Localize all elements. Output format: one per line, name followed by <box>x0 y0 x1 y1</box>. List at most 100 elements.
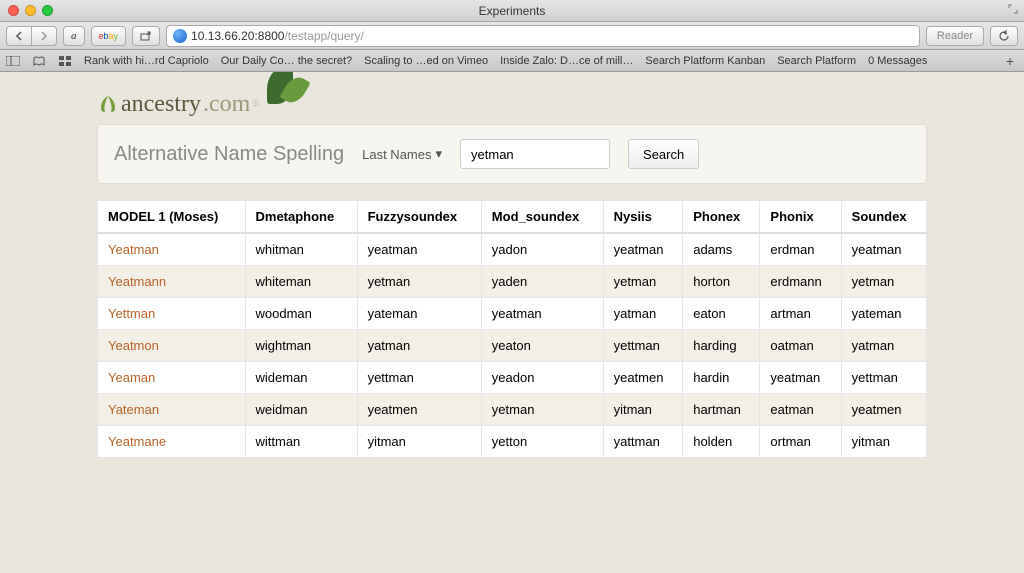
result-cell: harding <box>683 330 760 362</box>
result-cell: woodman <box>245 298 357 330</box>
decorative-leaves <box>267 72 293 104</box>
close-window-button[interactable] <box>8 5 19 16</box>
bookmark-item[interactable]: Inside Zalo: D…ce of mill… <box>500 55 633 67</box>
bookmark-item[interactable]: Search Platform Kanban <box>645 55 765 67</box>
name-type-dropdown[interactable]: Last Names ▾ <box>362 146 442 162</box>
result-cell: yatman <box>357 330 481 362</box>
bookmark-item[interactable]: Our Daily Co… the secret? <box>221 55 352 67</box>
bookmark-item[interactable]: Rank with hi…rd Capriolo <box>84 55 209 67</box>
window-titlebar: Experiments <box>0 0 1024 22</box>
result-cell: weidman <box>245 394 357 426</box>
url-bar[interactable]: 10.13.66.20:8800/testapp/query/ <box>166 25 920 47</box>
reload-button[interactable] <box>990 26 1018 46</box>
result-cell: yatman <box>841 330 926 362</box>
result-cell: adams <box>683 233 760 266</box>
amazon-bookmark-button[interactable]: a <box>63 26 85 46</box>
zoom-window-button[interactable] <box>42 5 53 16</box>
window-title: Experiments <box>479 4 546 18</box>
bookmarks-bar: Rank with hi…rd Capriolo Our Daily Co… t… <box>0 50 1024 72</box>
result-cell: yaden <box>481 266 603 298</box>
result-cell: yitman <box>841 426 926 458</box>
result-cell: eatman <box>760 394 841 426</box>
result-cell: yetman <box>841 266 926 298</box>
model1-cell: Yettman <box>98 298 246 330</box>
name-input[interactable] <box>460 139 610 169</box>
result-cell: yeatmen <box>603 362 683 394</box>
back-button[interactable] <box>6 26 31 46</box>
share-button[interactable] <box>132 26 160 46</box>
reader-button[interactable]: Reader <box>926 26 984 46</box>
result-cell: yeatman <box>603 233 683 266</box>
result-cell: hardin <box>683 362 760 394</box>
leaf-icon <box>97 94 119 116</box>
result-cell: yeatmen <box>357 394 481 426</box>
model1-cell: Yeatman <box>98 233 246 266</box>
search-button[interactable]: Search <box>628 139 699 169</box>
bookmark-item[interactable]: Search Platform <box>777 55 856 67</box>
search-panel: Alternative Name Spelling Last Names ▾ S… <box>97 124 927 184</box>
model1-cell: Yeatmon <box>98 330 246 362</box>
result-cell: yettman <box>357 362 481 394</box>
col-header: Phonex <box>683 201 760 234</box>
reading-list-icon[interactable] <box>32 55 46 66</box>
result-cell: yadon <box>481 233 603 266</box>
table-header-row: MODEL 1 (Moses) Dmetaphone Fuzzysoundex … <box>98 201 927 234</box>
result-cell: yetman <box>481 394 603 426</box>
result-cell: yeaton <box>481 330 603 362</box>
result-cell: eaton <box>683 298 760 330</box>
result-cell: yateman <box>357 298 481 330</box>
caret-down-icon: ▾ <box>436 146 443 162</box>
col-header: MODEL 1 (Moses) <box>98 201 246 234</box>
result-cell: yetman <box>603 266 683 298</box>
col-header: Fuzzysoundex <box>357 201 481 234</box>
model1-cell: Yeaman <box>98 362 246 394</box>
table-row: Yeatmanwhitmanyeatmanyadonyeatmanadamser… <box>98 233 927 266</box>
result-cell: wideman <box>245 362 357 394</box>
minimize-window-button[interactable] <box>25 5 36 16</box>
grid-icon[interactable] <box>58 55 72 66</box>
result-cell: wightman <box>245 330 357 362</box>
result-cell: whitman <box>245 233 357 266</box>
result-cell: yeatman <box>841 233 926 266</box>
browser-toolbar: a ebay 10.13.66.20:8800/testapp/query/ R… <box>0 22 1024 50</box>
result-cell: yitman <box>357 426 481 458</box>
result-cell: hartman <box>683 394 760 426</box>
search-title: Alternative Name Spelling <box>114 143 344 166</box>
result-cell: yattman <box>603 426 683 458</box>
table-row: Yeatmonwightmanyatmanyeatonyettmanhardin… <box>98 330 927 362</box>
globe-icon <box>173 29 187 43</box>
results-table: MODEL 1 (Moses) Dmetaphone Fuzzysoundex … <box>97 200 927 458</box>
result-cell: ortman <box>760 426 841 458</box>
model1-cell: Yeatmane <box>98 426 246 458</box>
col-header: Nysiis <box>603 201 683 234</box>
model1-cell: Yateman <box>98 394 246 426</box>
result-cell: yeatman <box>357 233 481 266</box>
result-cell: yitman <box>603 394 683 426</box>
result-cell: yettman <box>841 362 926 394</box>
result-cell: whiteman <box>245 266 357 298</box>
ebay-bookmark-button[interactable]: ebay <box>91 26 127 46</box>
result-cell: erdmann <box>760 266 841 298</box>
result-cell: yatman <box>603 298 683 330</box>
col-header: Soundex <box>841 201 926 234</box>
result-cell: artman <box>760 298 841 330</box>
table-row: Yeamanwidemanyettmanyeadonyeatmenhardiny… <box>98 362 927 394</box>
ancestry-logo[interactable]: ancestry.com® <box>97 91 260 118</box>
result-cell: yeatmen <box>841 394 926 426</box>
result-cell: yeatman <box>760 362 841 394</box>
bookmark-item[interactable]: 0 Messages <box>868 55 927 67</box>
result-cell: yeatman <box>481 298 603 330</box>
traffic-lights <box>0 5 53 16</box>
forward-button[interactable] <box>31 26 57 46</box>
add-bookmark-button[interactable]: + <box>1002 53 1018 69</box>
col-header: Dmetaphone <box>245 201 357 234</box>
fullscreen-icon[interactable] <box>1008 4 1018 17</box>
bookmark-item[interactable]: Scaling to …ed on Vimeo <box>364 55 488 67</box>
col-header: Mod_soundex <box>481 201 603 234</box>
sidebar-icon[interactable] <box>6 55 20 66</box>
table-row: Yeatmanewittmanyitmanyettonyattmanholden… <box>98 426 927 458</box>
result-cell: yateman <box>841 298 926 330</box>
url-path: /testapp/query/ <box>284 29 363 43</box>
table-row: Yatemanweidmanyeatmenyetmanyitmanhartman… <box>98 394 927 426</box>
col-header: Phonix <box>760 201 841 234</box>
